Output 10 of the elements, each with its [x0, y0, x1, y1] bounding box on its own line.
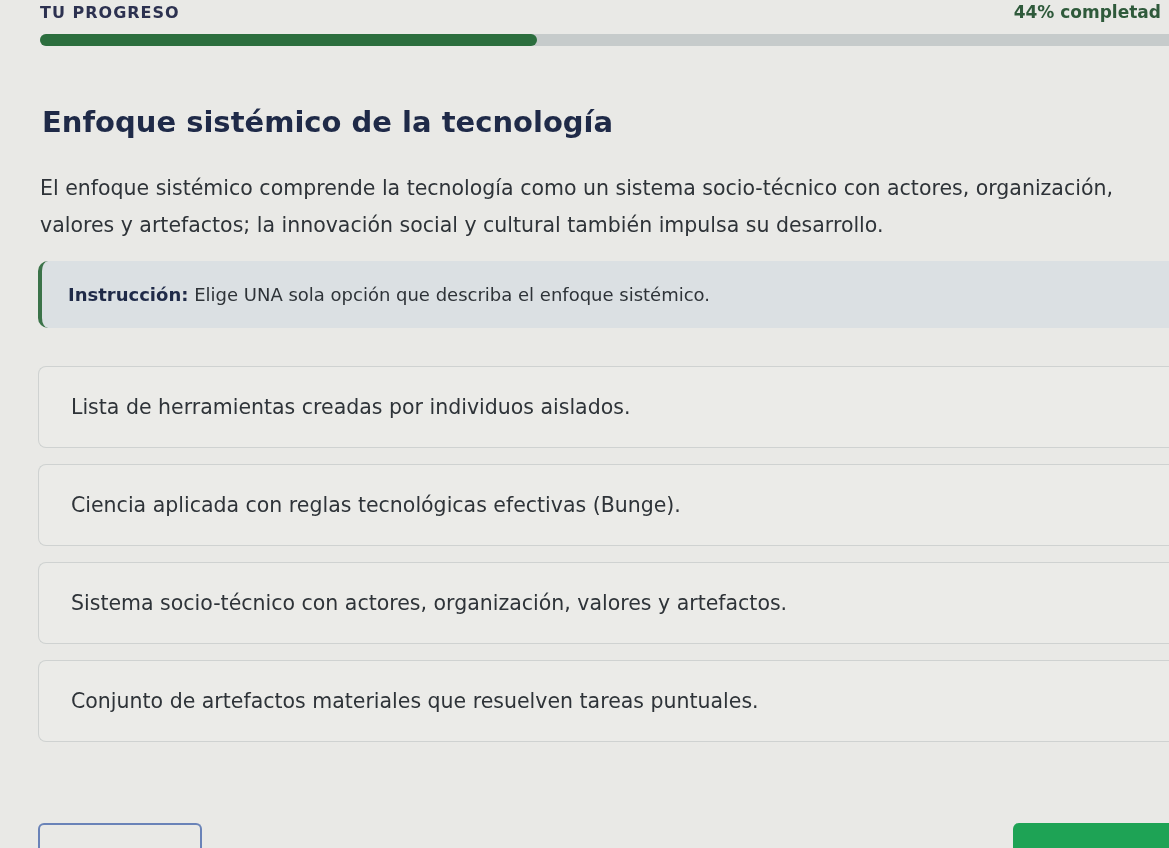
description-text: El enfoque sistémico comprende la tecnología como un sistema socio-técnico con actores, organización, valores y artefactos; la innovación social y cultural también impulsa su desarrollo. — [40, 175, 1114, 239]
answer-option[interactable]: Ciencia aplicada con reglas tecnológicas efectivas (Bunge). — [38, 464, 1169, 546]
instruction-text: Instrucción: Elige UNA sola opción que describa el enfoque sistémico. — [68, 284, 711, 305]
page-title: Enfoque sistémico de la tecnología — [42, 104, 615, 140]
progress-reading: 44% completad — [1013, 3, 1161, 22]
progress-label: TU PROGRESO — [40, 3, 180, 22]
answer-option[interactable]: Conjunto de artefactos materiales que resuelven tareas puntuales. — [38, 660, 1169, 742]
answer-option[interactable]: Sistema socio-técnico con actores, organización, valores y artefactos. — [38, 562, 1169, 644]
secondary-button[interactable] — [38, 823, 202, 848]
answer-option[interactable]: Lista de herramientas creadas por individuos aislados. — [38, 366, 1169, 448]
